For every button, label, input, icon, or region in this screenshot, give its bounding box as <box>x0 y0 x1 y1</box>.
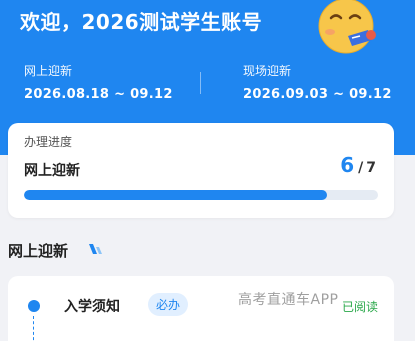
party-emoji-icon <box>318 0 376 54</box>
online-period: 网上迎新 2026.08.18 ~ 09.12 <box>24 62 173 102</box>
welcome-title: 欢迎，2026测试学生账号 <box>20 10 263 34</box>
onsite-period: 现场迎新 2026.09.03 ~ 09.12 <box>243 62 392 102</box>
timeline-line <box>33 316 34 341</box>
progress-title: 办理进度 <box>24 135 73 149</box>
required-tag: 必办 <box>148 293 189 316</box>
section-title: 网上迎新 <box>8 242 69 260</box>
timeline-dot-icon <box>28 300 40 312</box>
progress-separator: / <box>358 160 364 176</box>
onsite-period-label: 现场迎新 <box>243 64 292 78</box>
onsite-period-range: 2026.09.03 ~ 09.12 <box>243 87 392 102</box>
progress-current: 6 <box>340 153 355 177</box>
online-period-label: 网上迎新 <box>24 64 73 78</box>
period-divider <box>200 72 201 94</box>
section-marker-icon <box>89 244 102 254</box>
progress-stage: 网上迎新 <box>24 163 80 179</box>
task-title: 入学须知 <box>64 299 120 315</box>
progress-count: 6/7 <box>340 153 376 177</box>
task-status: 已阅读 <box>341 300 378 314</box>
progress-bar <box>24 190 378 200</box>
watermark: 高考直通车APP <box>238 292 339 308</box>
progress-bar-fill <box>24 190 328 200</box>
progress-total: 7 <box>366 160 376 176</box>
online-period-range: 2026.08.18 ~ 09.12 <box>24 87 173 102</box>
progress-card[interactable]: 办理进度 网上迎新 6/7 <box>8 123 394 218</box>
